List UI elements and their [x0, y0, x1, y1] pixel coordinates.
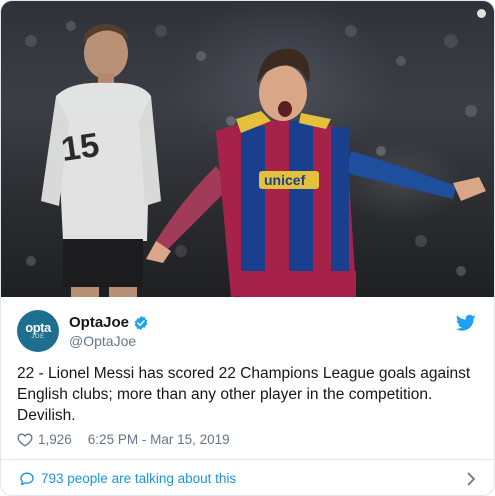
background-player: 15	[41, 24, 161, 297]
tweet-header: opta JOE OptaJoe @OptaJoe	[17, 310, 480, 354]
tweet-timestamp[interactable]: 6:25 PM - Mar 15, 2019	[88, 432, 230, 447]
verified-badge-icon	[134, 316, 148, 330]
avatar-logo-subtext: JOE	[31, 334, 45, 340]
jersey-number: 15	[59, 126, 102, 169]
foreground-player: unicef	[146, 48, 486, 297]
tweet-photo[interactable]: 15 unicef	[1, 1, 494, 297]
chevron-right-icon[interactable]	[467, 472, 476, 486]
account-handle[interactable]: @OptaJoe	[69, 333, 136, 350]
photo-illustration: 15 unicef	[25, 21, 486, 297]
sponsor-text: unicef	[264, 172, 306, 188]
tweet-meta: 1,926 6:25 PM - Mar 15, 2019	[17, 432, 230, 447]
like-count[interactable]: 1,926	[38, 432, 72, 447]
conversation-link[interactable]: 793 people are talking about this	[1, 460, 494, 495]
avatar-logo-text: opta	[25, 320, 51, 335]
avatar[interactable]: opta JOE	[17, 310, 59, 352]
tweet-embed-card[interactable]: 15 unicef opta JOE OptaJoe @OptaJoe 22 -…	[0, 0, 495, 496]
media-info-icon	[477, 9, 486, 18]
display-name[interactable]: OptaJoe	[69, 314, 129, 332]
heart-icon[interactable]	[17, 432, 33, 447]
tweet-text: 22 - Lionel Messi has scored 22 Champion…	[17, 365, 471, 424]
speech-bubble-icon	[20, 472, 34, 486]
twitter-bird-icon[interactable]	[456, 314, 476, 332]
conversation-count-text[interactable]: 793 people are talking about this	[41, 471, 236, 486]
name-row: OptaJoe	[69, 314, 149, 332]
